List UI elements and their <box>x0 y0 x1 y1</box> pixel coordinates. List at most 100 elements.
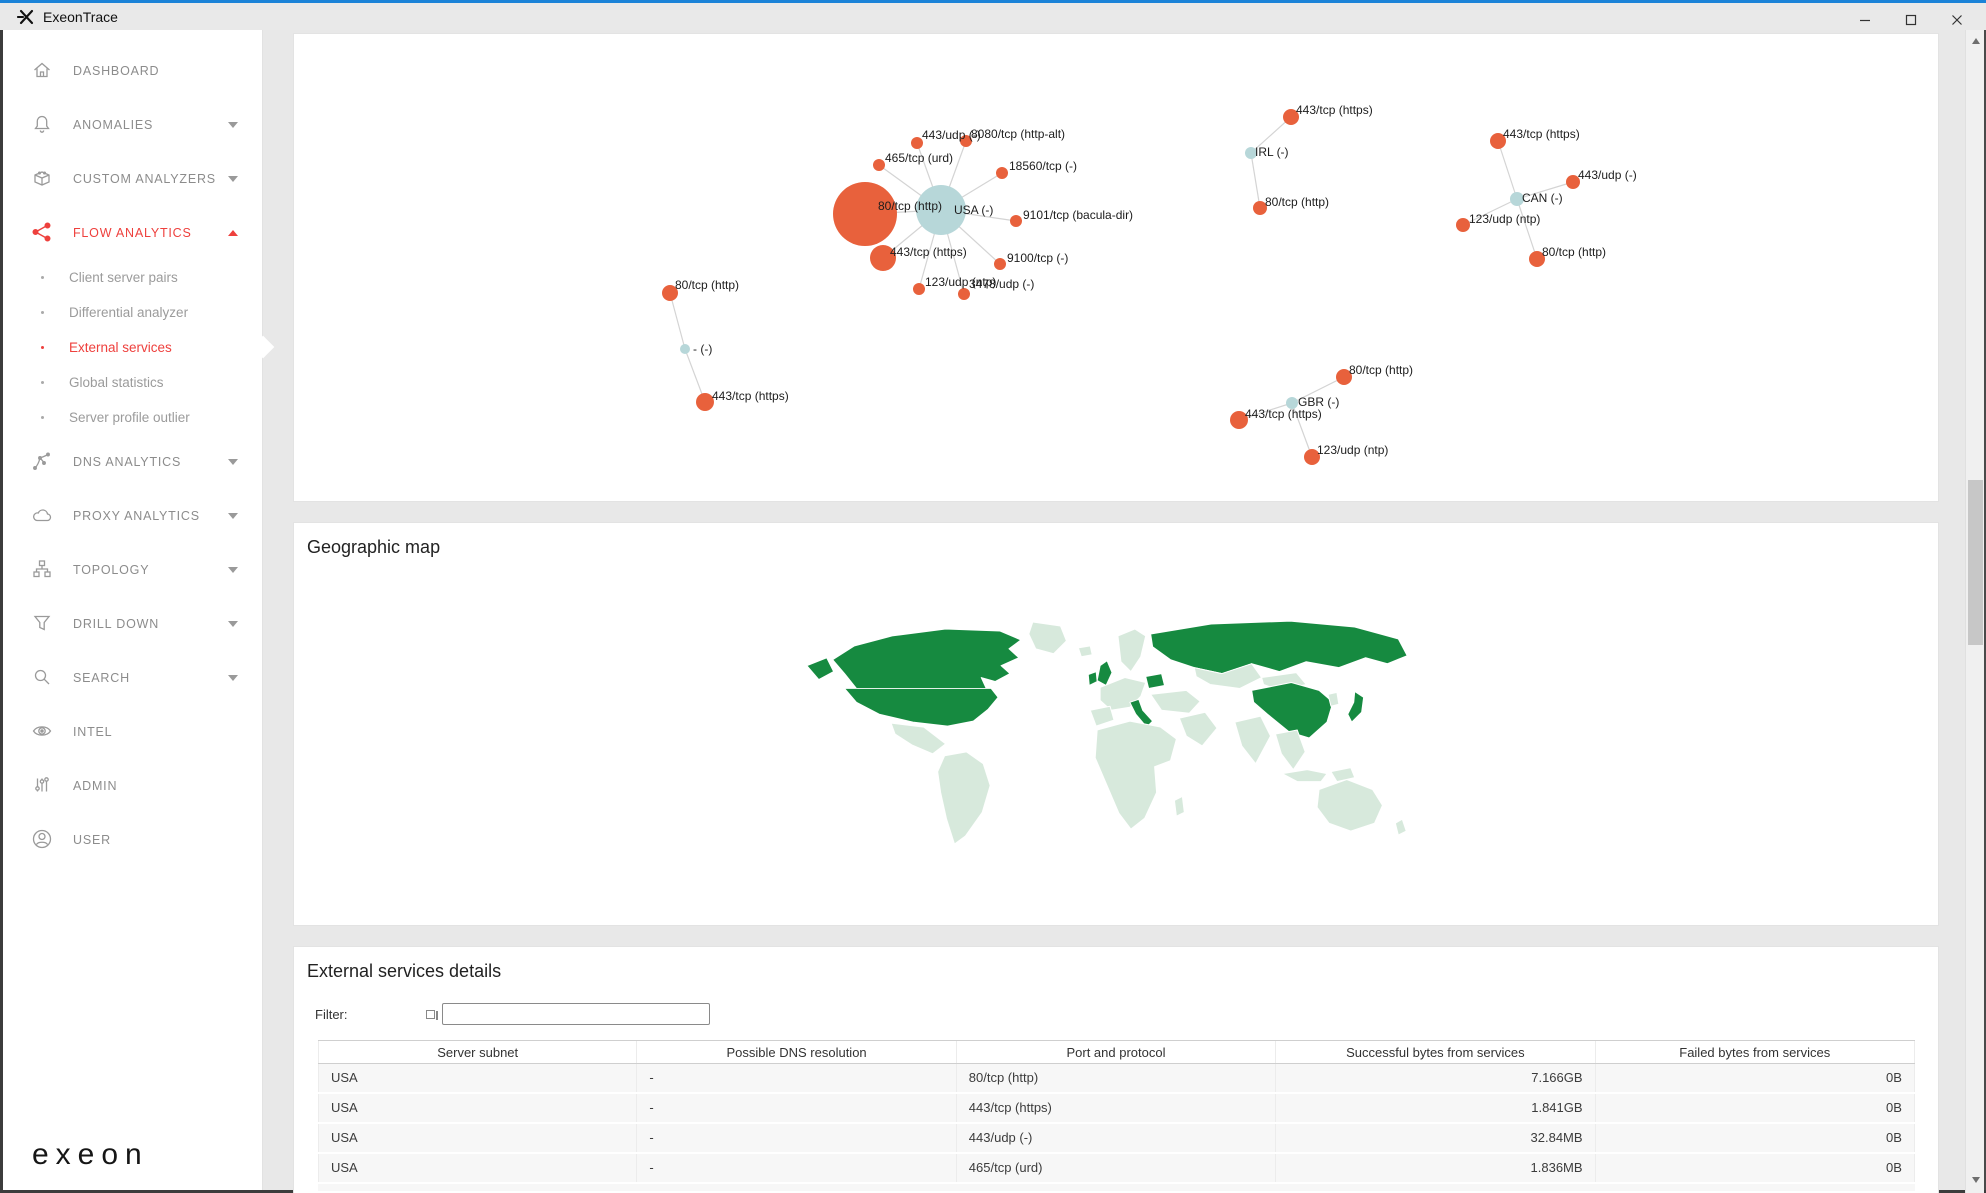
scrollbar-thumb[interactable] <box>1968 480 1983 645</box>
filter-checkbox-icon[interactable] <box>426 1010 435 1019</box>
sidebar-item-proxy-analytics[interactable]: PROXY ANALYTICS <box>3 489 262 543</box>
column-header-successful-bytes-from-services[interactable]: Successful bytes from services <box>1276 1041 1595 1063</box>
graph-node-country-unknown[interactable] <box>680 344 690 354</box>
app-title: ExeonTrace <box>43 9 118 25</box>
chevron-down-icon[interactable] <box>228 675 238 681</box>
region-africa <box>1095 721 1176 829</box>
sidebar-item-external-services[interactable]: External services <box>3 330 262 365</box>
graph-node-service-18560-tcp[interactable] <box>996 167 1008 179</box>
graph-node-service-123-udp-ntp[interactable] <box>913 283 925 295</box>
column-header-possible-dns-resolution[interactable]: Possible DNS resolution <box>637 1041 956 1063</box>
sidebar-item-dashboard[interactable]: DASHBOARD <box>3 44 262 98</box>
sidebar-item-server-profile-outlier[interactable]: Server profile outlier <box>3 400 262 435</box>
graph-node-label: 443/tcp (https) <box>890 245 967 259</box>
graph-node-label: 123/udp (ntp) <box>1317 443 1388 457</box>
table-cell: 80/tcp (http) <box>957 1064 1276 1092</box>
country-poland <box>1146 674 1165 689</box>
graph-node-label: 8080/tcp (http-alt) <box>971 127 1065 141</box>
chevron-down-icon[interactable] <box>228 513 238 519</box>
graph-node-service-9101-tcp-bacula-dir[interactable] <box>1010 215 1022 227</box>
country-mexico <box>891 723 945 754</box>
sidebar-item-client-server-pairs[interactable]: Client server pairs <box>3 260 262 295</box>
sidebar-item-search[interactable]: SEARCH <box>3 651 262 705</box>
sidebar-item-label: SEARCH <box>73 671 228 685</box>
graph-node-service-123-udp-ntp[interactable] <box>1456 218 1470 232</box>
sidebar-item-label: CUSTOM ANALYZERS <box>73 172 228 186</box>
graph-node-service-9100-tcp[interactable] <box>994 258 1006 270</box>
sidebar-item-admin[interactable]: ADMIN <box>3 759 262 813</box>
sidebar-subitem-label: Global statistics <box>69 375 164 390</box>
table-row[interactable]: USA-465/tcp (urd)1.836MB0B <box>318 1154 1915 1184</box>
graph-edge <box>1517 199 1537 259</box>
table-cell: 443/tcp (https) <box>957 1094 1276 1122</box>
scroll-up-button[interactable] <box>1966 32 1985 50</box>
column-header-failed-bytes-from-services[interactable]: Failed bytes from services <box>1596 1041 1915 1063</box>
graph-node-label: 9101/tcp (bacula-dir) <box>1023 208 1133 222</box>
scroll-down-button[interactable] <box>1966 1171 1985 1189</box>
close-button[interactable] <box>1934 6 1980 33</box>
services-network-graph: USA (-)80/tcp (http)443/tcp (https)465/t… <box>294 34 1938 501</box>
bullet-dot-icon <box>41 416 44 419</box>
sidebar-item-intel[interactable]: INTEL <box>3 705 262 759</box>
sidebar-item-label: PROXY ANALYTICS <box>73 509 228 523</box>
maximize-button[interactable] <box>1888 6 1934 33</box>
sidebar-item-flow-analytics[interactable]: FLOW ANALYTICS <box>3 206 262 260</box>
sidebar-item-topology[interactable]: TOPOLOGY <box>3 543 262 597</box>
region-southeast-asia <box>1275 730 1305 770</box>
chevron-down-icon[interactable] <box>228 176 238 182</box>
triangle-down-icon <box>1972 1177 1980 1183</box>
region-south-america <box>938 752 991 844</box>
external-services-table: Server subnetPossible DNS resolutionPort… <box>318 1040 1915 1191</box>
chevron-down-icon[interactable] <box>228 567 238 573</box>
sidebar-item-label: ADMIN <box>73 779 248 793</box>
sidebar-item-label: FLOW ANALYTICS <box>73 226 228 240</box>
country-japan <box>1348 691 1364 722</box>
vertical-scrollbar[interactable] <box>1965 30 1984 1193</box>
map-section-title: Geographic map <box>307 537 440 558</box>
bullet-dot-icon <box>41 311 44 314</box>
external-services-details-panel: External services details Filter: Server… <box>293 946 1939 1193</box>
filter-row: Filter: <box>315 1003 710 1025</box>
sidebar-item-dns-analytics[interactable]: DNS ANALYTICS <box>3 435 262 489</box>
table-cell: 465/tcp (urd) <box>957 1154 1276 1182</box>
table-cell: USA <box>318 1094 637 1122</box>
chevron-down-icon[interactable] <box>228 459 238 465</box>
column-header-port-and-protocol[interactable]: Port and protocol <box>957 1041 1276 1063</box>
funnel-icon <box>31 612 55 636</box>
titlebar: ExeonTrace <box>0 0 1986 30</box>
graph-node-label: 80/tcp (http) <box>878 199 942 213</box>
sidebar-item-user[interactable]: USER <box>3 813 262 867</box>
country-ireland <box>1088 672 1097 686</box>
chevron-down-icon[interactable] <box>228 122 238 128</box>
sidebar-item-label: INTEL <box>73 725 248 739</box>
region-balkans <box>1151 690 1201 713</box>
sidebar-item-label: DASHBOARD <box>73 64 248 78</box>
region-indonesia-east <box>1331 768 1355 782</box>
filter-input[interactable] <box>442 1003 710 1025</box>
table-row[interactable]: USA-80/tcp (http)7.166GB0B <box>318 1064 1915 1094</box>
sidebar-item-global-statistics[interactable]: Global statistics <box>3 365 262 400</box>
chevron-up-icon[interactable] <box>228 230 238 236</box>
graph-node-label: USA (-) <box>954 203 993 217</box>
table-cell: 1.841GB <box>1276 1094 1595 1122</box>
sidebar-item-drill-down[interactable]: DRILL DOWN <box>3 597 262 651</box>
graph-node-service-465-tcp-urd[interactable] <box>873 159 885 171</box>
graph-node-service-80-tcp-http[interactable] <box>833 182 897 246</box>
country-new-zealand <box>1395 819 1406 835</box>
chevron-down-icon[interactable] <box>228 621 238 627</box>
table-cell: 7.166GB <box>1276 1064 1595 1092</box>
sidebar-item-custom-analyzers[interactable]: CUSTOM ANALYZERS <box>3 152 262 206</box>
country-iceland <box>1078 646 1092 657</box>
region-middle-east <box>1179 712 1217 746</box>
column-header-server-subnet[interactable]: Server subnet <box>318 1041 637 1063</box>
country-russia <box>1151 621 1408 674</box>
country-canada <box>833 629 1021 688</box>
table-row[interactable]: USA-443/udp (-)32.84MB0B <box>318 1124 1915 1154</box>
table-row[interactable]: USA-443/tcp (https)1.841GB0B <box>318 1094 1915 1124</box>
sidebar-item-differential-analyzer[interactable]: Differential analyzer <box>3 295 262 330</box>
sidebar-item-anomalies[interactable]: ANOMALIES <box>3 98 262 152</box>
minimize-button[interactable] <box>1842 6 1888 33</box>
table-cell: 0B <box>1596 1064 1915 1092</box>
user-icon <box>31 828 55 852</box>
sidebar-item-label: ANOMALIES <box>73 118 228 132</box>
